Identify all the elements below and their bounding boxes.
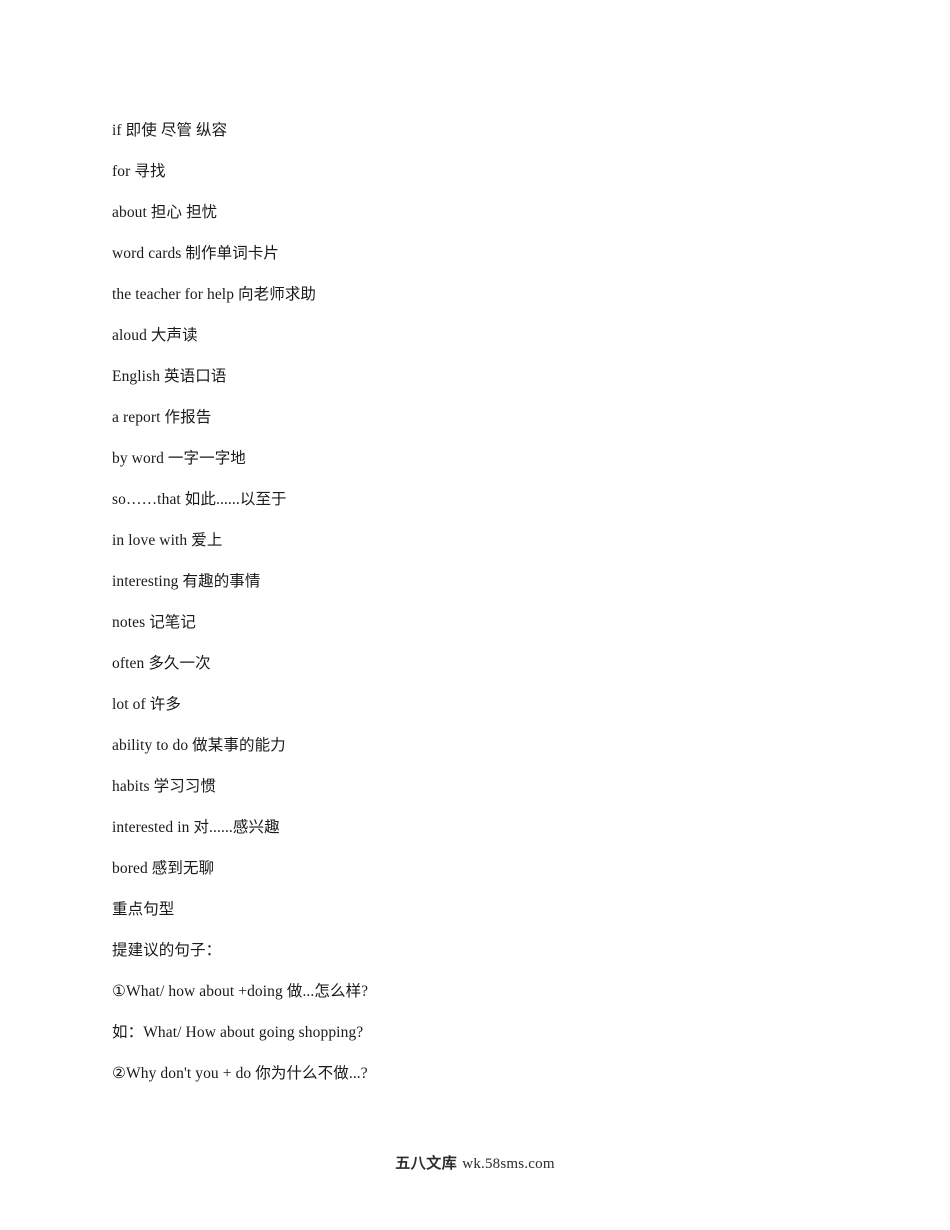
- text-line: the teacher for help 向老师求助: [112, 286, 317, 303]
- text-line: habits 学习习惯: [112, 778, 216, 795]
- text-line: about 担心 担忧: [112, 204, 218, 221]
- document-page: if 即使 尽管 纵容 for 寻找 about 担心 担忧 word card…: [0, 0, 950, 1230]
- text-line: interested in 对......感兴趣: [112, 819, 280, 836]
- text-line: for 寻找: [112, 163, 166, 180]
- text-line: by word 一字一字地: [112, 450, 246, 467]
- text-line: so……that 如此......以至于: [112, 491, 287, 508]
- document-text-body: if 即使 尽管 纵容 for 寻找 about 担心 担忧 word card…: [112, 110, 872, 1094]
- watermark-url: wk.58sms.com: [462, 1156, 555, 1172]
- text-line: lot of 许多: [112, 696, 181, 713]
- text-line: in love with 爱上: [112, 532, 223, 549]
- text-line: if 即使 尽管 纵容: [112, 122, 228, 139]
- text-line: notes 记笔记: [112, 614, 196, 631]
- text-line: ability to do 做某事的能力: [112, 737, 286, 754]
- text-line: aloud 大声读: [112, 327, 198, 344]
- pattern-item: ①What/ how about +doing 做...怎么样?: [112, 983, 369, 1000]
- footer-watermark: 五八文库 wk.58sms.com: [0, 1152, 950, 1173]
- subsection-heading: 提建议的句子：: [112, 942, 222, 959]
- watermark-site-name: 五八文库: [395, 1155, 458, 1172]
- section-heading: 重点句型: [112, 901, 175, 918]
- pattern-item: ②Why don't you + do 你为什么不做...?: [112, 1065, 368, 1082]
- text-line: bored 感到无聊: [112, 860, 215, 877]
- text-line: interesting 有趣的事情: [112, 573, 261, 590]
- text-line: often 多久一次: [112, 655, 211, 672]
- text-line: word cards 制作单词卡片: [112, 245, 280, 262]
- pattern-example: 如：What/ How about going shopping?: [112, 1024, 364, 1041]
- text-line: English 英语口语: [112, 368, 227, 385]
- text-line: a report 作报告: [112, 409, 212, 426]
